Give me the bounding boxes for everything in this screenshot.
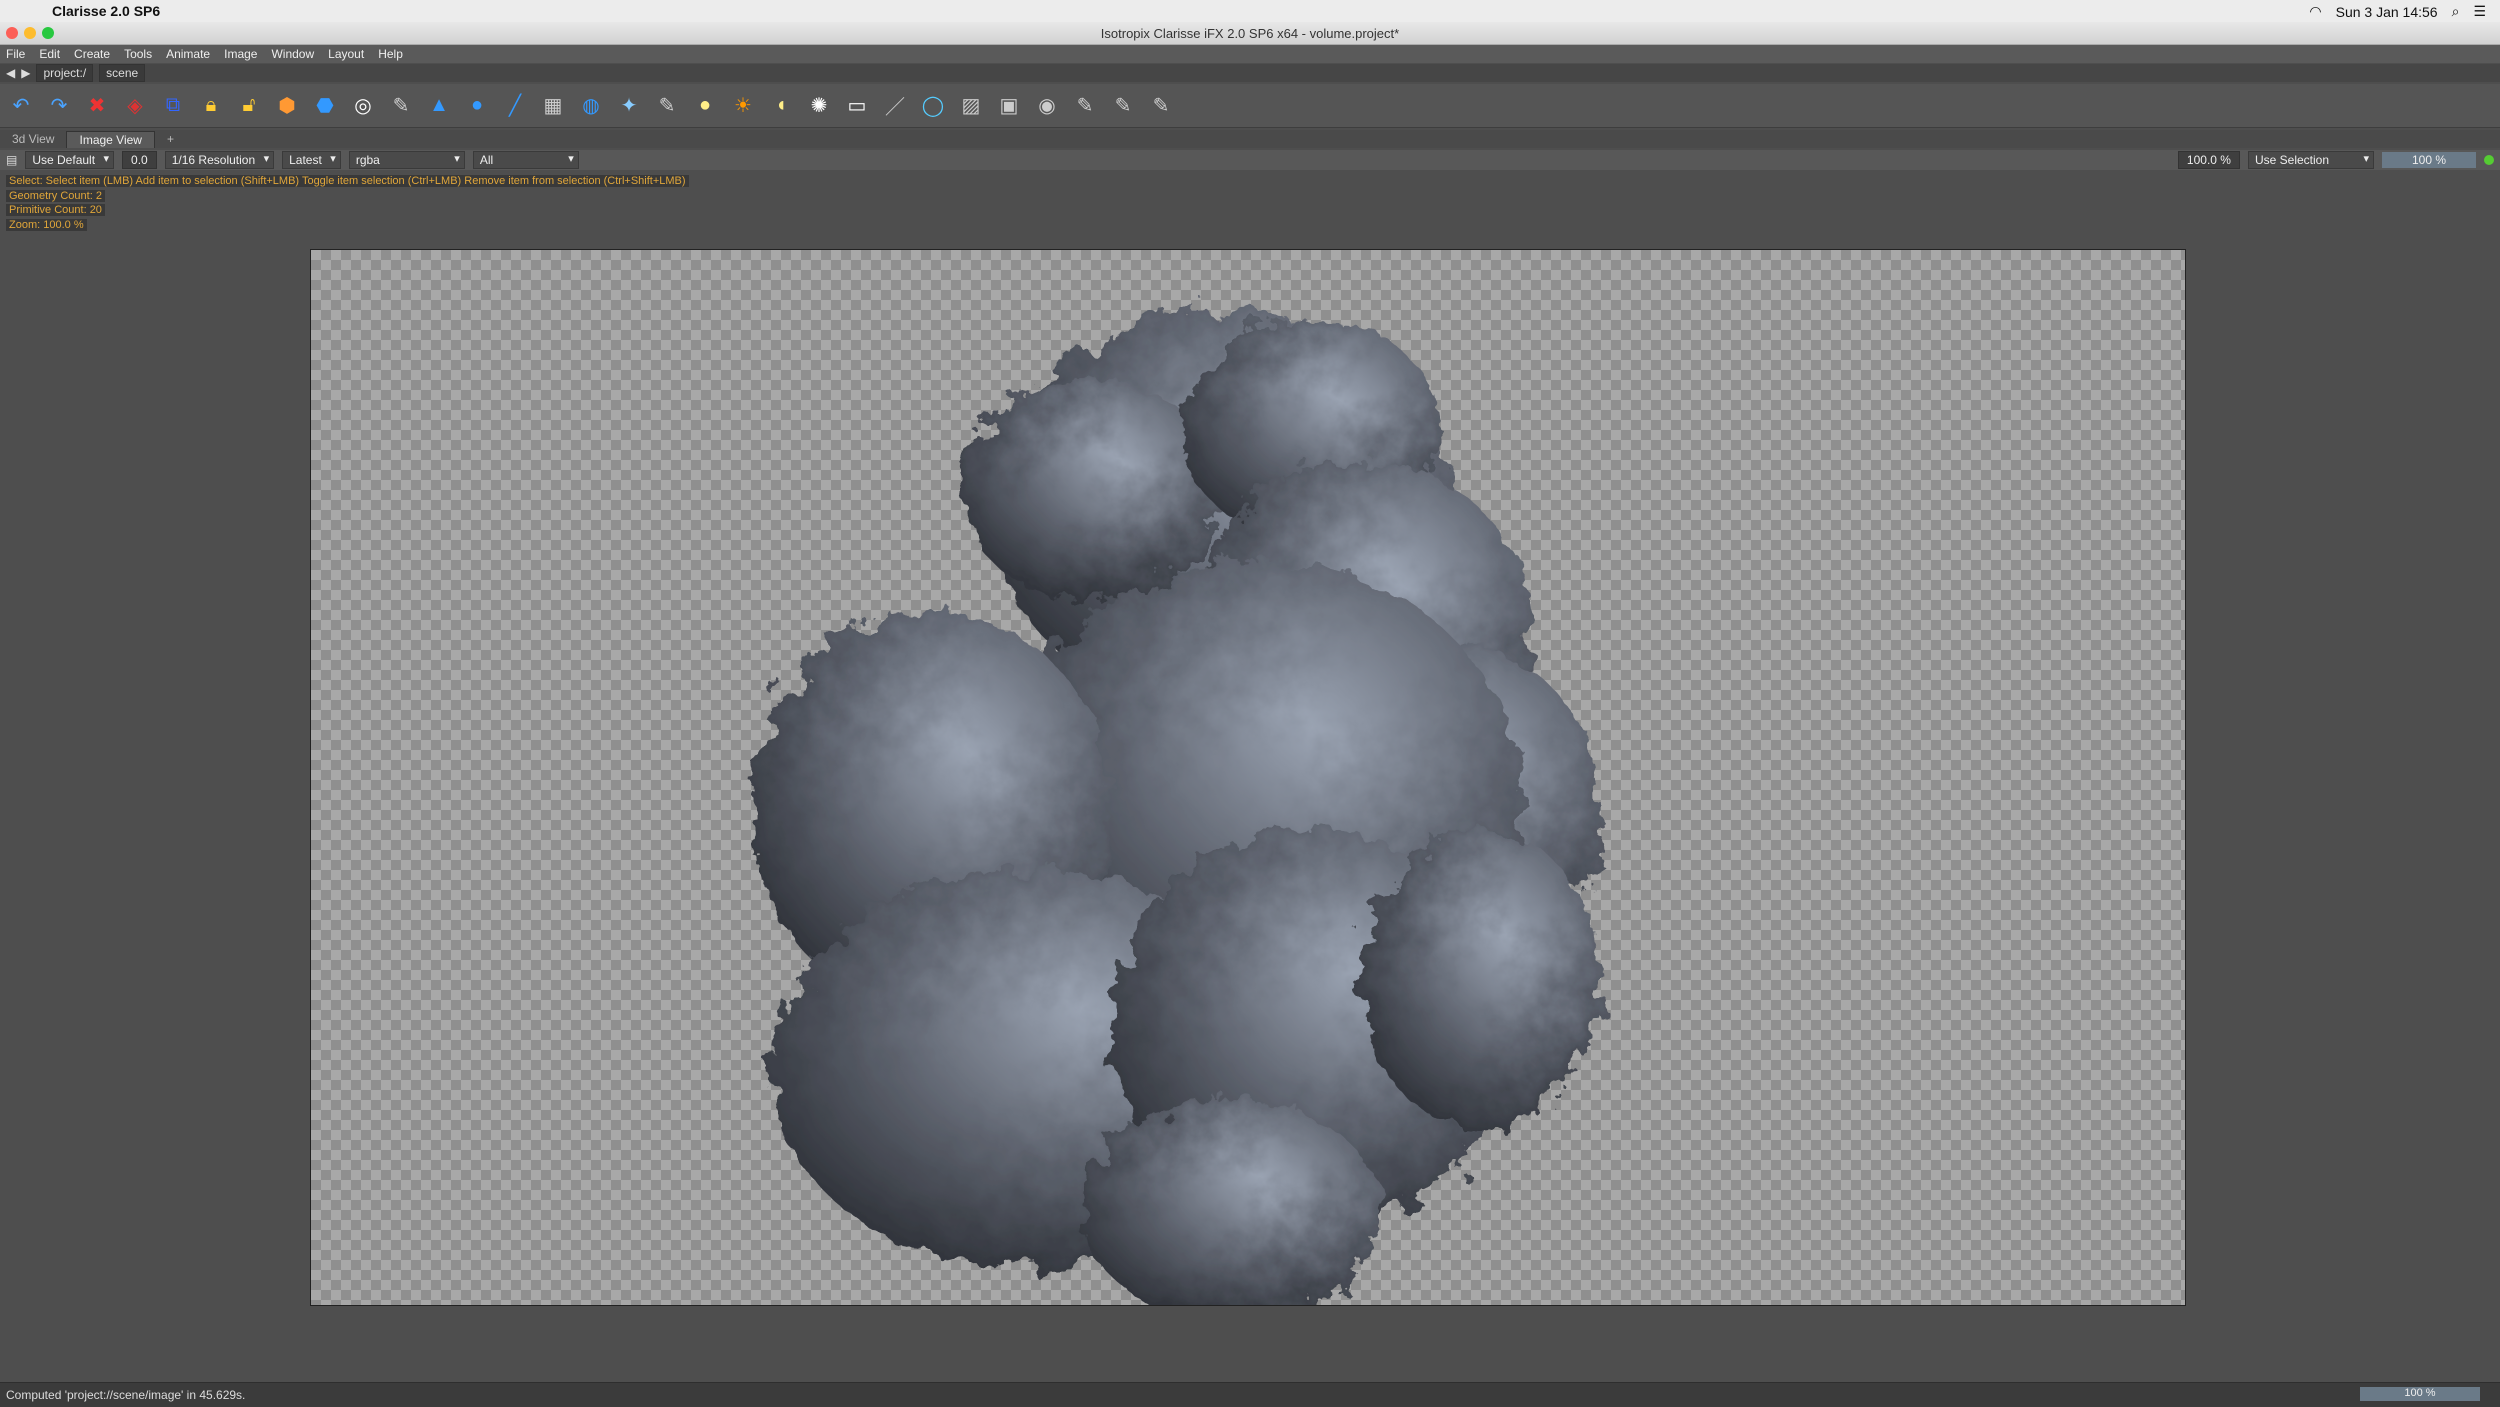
- channel-dropdown[interactable]: rgba: [348, 151, 465, 169]
- sphere-icon[interactable]: ●: [462, 91, 492, 121]
- tab-3d-view[interactable]: 3d View: [0, 131, 66, 147]
- window-titlebar: Isotropix Clarisse iFX 2.0 SP6 x64 - vol…: [0, 22, 2500, 45]
- camera-icon[interactable]: ◎: [348, 91, 378, 121]
- plane-icon[interactable]: ▭: [842, 91, 872, 121]
- zoom-readout: Zoom: 100.0 %: [6, 218, 87, 231]
- grid-icon[interactable]: ▦: [538, 91, 568, 121]
- area-light-icon[interactable]: ✺: [804, 91, 834, 121]
- viewport-info-overlay: Select: Select item (LMB) Add item to se…: [6, 174, 689, 232]
- geometry-count: Geometry Count: 2: [6, 189, 105, 202]
- status-progress: 100 %: [2360, 1387, 2480, 1401]
- wifi-icon[interactable]: ◠: [2309, 3, 2321, 20]
- lock-icon[interactable]: 🔒︎: [196, 91, 226, 121]
- selection-dropdown[interactable]: Use Selection: [2247, 151, 2374, 169]
- view-settings-icon[interactable]: ▤: [6, 153, 17, 167]
- selection-hint: Select: Select item (LMB) Add item to se…: [6, 175, 689, 187]
- tool-icon-b[interactable]: ✎: [1108, 91, 1138, 121]
- menu-window[interactable]: Window: [271, 47, 314, 61]
- main-toolbar: ↶ ↷ ✖ ◈ ⧉ 🔒︎ 🔓︎ ⬢ ⬣ ◎ ✎ ▲ ● ╱ ▦ ◍ ✦ ✎ ● …: [0, 84, 2500, 128]
- menu-create[interactable]: Create: [74, 47, 110, 61]
- display-mode-dropdown[interactable]: Use Default: [25, 151, 115, 169]
- image-icon[interactable]: ▣: [994, 91, 1024, 121]
- menu-list-icon[interactable]: ☰: [2473, 3, 2486, 20]
- render-status-light: [2484, 155, 2494, 165]
- os-status-area: ◠ Sun 3 Jan 14:56 ⌕ ☰: [2309, 3, 2486, 20]
- material-icon[interactable]: ⬣: [310, 91, 340, 121]
- sun-light-icon[interactable]: ☀: [728, 91, 758, 121]
- time-field[interactable]: 0.0: [122, 151, 157, 169]
- render-progress: 100 %: [2381, 152, 2476, 168]
- polymesh-icon[interactable]: ▲: [424, 91, 454, 121]
- rendered-image[interactable]: [310, 249, 2186, 1306]
- resolution-dropdown[interactable]: 1/16 Resolution: [164, 151, 275, 169]
- volume-cloud-render: [751, 310, 1601, 1305]
- tool-icon-c[interactable]: ✎: [1146, 91, 1176, 121]
- menu-file[interactable]: File: [6, 47, 25, 61]
- duplicate-icon[interactable]: ⧉: [158, 91, 188, 121]
- texture-icon[interactable]: ▨: [956, 91, 986, 121]
- zoom-field[interactable]: 100.0 %: [2177, 151, 2240, 169]
- tool-icon-a[interactable]: ✎: [1070, 91, 1100, 121]
- menu-animate[interactable]: Animate: [166, 47, 210, 61]
- breadcrumb-project[interactable]: project:/: [36, 64, 94, 82]
- path-bar: ◀ ▶ project:/ scene: [0, 64, 2500, 82]
- add-tab-button[interactable]: +: [155, 131, 186, 147]
- menu-help[interactable]: Help: [378, 47, 403, 61]
- os-menubar: Clarisse 2.0 SP6 ◠ Sun 3 Jan 14:56 ⌕ ☰: [0, 0, 2500, 22]
- os-app-name[interactable]: Clarisse 2.0 SP6: [52, 3, 160, 19]
- view-tabs: 3d View Image View +: [0, 130, 2500, 148]
- environment-icon[interactable]: ◯: [918, 91, 948, 121]
- breadcrumb-scene[interactable]: scene: [99, 64, 146, 82]
- filter-dropdown[interactable]: All: [472, 151, 579, 169]
- redo-icon[interactable]: ↷: [44, 91, 74, 121]
- tab-image-view[interactable]: Image View: [66, 130, 155, 148]
- forward-arrow-icon[interactable]: ▶: [21, 66, 30, 80]
- image-view-options: ▤ Use Default 0.0 1/16 Resolution Latest…: [0, 150, 2500, 170]
- app-menubar: File Edit Create Tools Animate Image Win…: [0, 45, 2500, 63]
- undo-icon[interactable]: ↶: [6, 91, 36, 121]
- unlock-icon[interactable]: 🔓︎: [234, 91, 264, 121]
- shader-icon[interactable]: ⬢: [272, 91, 302, 121]
- scatter-icon[interactable]: ✎: [652, 91, 682, 121]
- layer-dropdown[interactable]: Latest: [282, 151, 341, 169]
- brush-icon[interactable]: ／: [880, 91, 910, 121]
- delete-icon[interactable]: ✖: [82, 91, 112, 121]
- point-light-icon[interactable]: ●: [690, 91, 720, 121]
- status-message: Computed 'project://scene/image' in 45.6…: [6, 1388, 246, 1402]
- menu-layout[interactable]: Layout: [328, 47, 364, 61]
- menu-edit[interactable]: Edit: [39, 47, 60, 61]
- curve-icon[interactable]: ╱: [500, 91, 530, 121]
- transform-icon[interactable]: ✎: [386, 91, 416, 121]
- window-title: Isotropix Clarisse iFX 2.0 SP6 x64 - vol…: [1100, 26, 1400, 41]
- spot-light-icon[interactable]: ◖: [766, 91, 796, 121]
- primitive-count: Primitive Count: 20: [6, 204, 105, 216]
- instance-icon[interactable]: ◈: [120, 91, 150, 121]
- clock[interactable]: Sun 3 Jan 14:56: [2336, 4, 2438, 20]
- render-icon[interactable]: ◉: [1032, 91, 1062, 121]
- menu-image[interactable]: Image: [224, 47, 257, 61]
- back-arrow-icon[interactable]: ◀: [6, 66, 15, 80]
- menu-tools[interactable]: Tools: [124, 47, 152, 61]
- search-icon[interactable]: ⌕: [2452, 3, 2460, 20]
- status-bar: Computed 'project://scene/image' in 45.6…: [0, 1382, 2500, 1407]
- volume-icon[interactable]: ◍: [576, 91, 606, 121]
- particle-icon[interactable]: ✦: [614, 91, 644, 121]
